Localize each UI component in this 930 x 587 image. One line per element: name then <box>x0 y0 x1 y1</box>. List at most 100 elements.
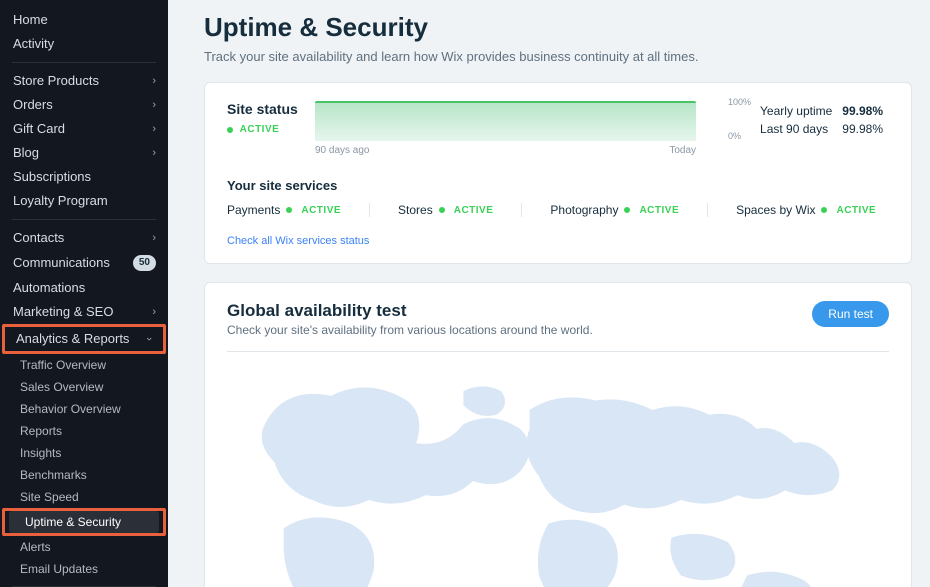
service-spaces-by-wix: Spaces by Wix ACTIVE <box>736 203 876 217</box>
sidebar-item-label: Subscriptions <box>13 170 91 184</box>
sidebar-item-label: Marketing & SEO <box>13 305 113 319</box>
sidebar-item-analytics-reports[interactable]: Analytics & Reports › <box>5 327 163 351</box>
status-dot-icon <box>439 207 445 213</box>
sidebar-sub-benchmarks[interactable]: Benchmarks <box>0 464 168 486</box>
sidebar-sub-alerts[interactable]: Alerts <box>0 536 168 558</box>
uptime-chart-area <box>315 101 696 141</box>
service-name: Stores <box>398 203 433 217</box>
status-dot-icon <box>624 207 630 213</box>
chevron-right-icon: › <box>152 305 156 319</box>
chevron-right-icon: › <box>152 231 156 245</box>
sidebar-item-activity[interactable]: Activity <box>0 32 168 56</box>
chevron-up-icon: › <box>142 337 156 341</box>
sidebar-item-orders[interactable]: Orders › <box>0 93 168 117</box>
sidebar-divider <box>12 219 156 220</box>
status-dot-icon <box>227 127 233 133</box>
sidebar-sub-traffic-overview[interactable]: Traffic Overview <box>0 354 168 376</box>
sidebar: Home Activity Store Products › Orders › … <box>0 0 168 587</box>
last90-label: Last 90 days <box>756 121 836 137</box>
service-name: Spaces by Wix <box>736 203 815 217</box>
sidebar-sub-insights[interactable]: Insights <box>0 442 168 464</box>
highlight-analytics: Analytics & Reports › <box>2 324 166 354</box>
run-test-button[interactable]: Run test <box>812 301 889 327</box>
sidebar-divider <box>12 62 156 63</box>
sidebar-item-blog[interactable]: Blog › <box>0 141 168 165</box>
sidebar-item-label: Automations <box>13 281 85 295</box>
site-status-card: Site status ACTIVE 100% 0% 90 days ago T… <box>204 82 912 264</box>
sidebar-item-home[interactable]: Home <box>0 8 168 32</box>
sidebar-item-label: Alerts <box>20 540 51 554</box>
service-name: Payments <box>227 203 280 217</box>
sidebar-item-loyalty-program[interactable]: Loyalty Program <box>0 189 168 213</box>
sidebar-item-label: Email Updates <box>20 562 98 576</box>
chart-y-max: 100% <box>728 97 751 107</box>
chevron-right-icon: › <box>152 98 156 112</box>
sidebar-sub-behavior-overview[interactable]: Behavior Overview <box>0 398 168 420</box>
site-status-block: Site status ACTIVE <box>227 101 297 136</box>
sidebar-item-communications[interactable]: Communications 50 <box>0 250 168 276</box>
service-state: ACTIVE <box>301 205 341 216</box>
sidebar-item-label: Benchmarks <box>20 468 87 482</box>
service-state: ACTIVE <box>454 205 494 216</box>
sidebar-item-store-products[interactable]: Store Products › <box>0 69 168 93</box>
sidebar-sub-site-speed[interactable]: Site Speed <box>0 486 168 508</box>
sidebar-item-label: Traffic Overview <box>20 358 106 372</box>
world-map-icon <box>227 358 889 587</box>
yearly-uptime-label: Yearly uptime <box>756 103 836 119</box>
sidebar-item-label: Sales Overview <box>20 380 103 394</box>
highlight-uptime-security: Uptime & Security <box>2 508 166 536</box>
check-services-link[interactable]: Check all Wix services status <box>227 235 369 247</box>
sidebar-item-label: Store Products <box>13 74 99 88</box>
chevron-right-icon: › <box>152 146 156 160</box>
service-payments: Payments ACTIVE <box>227 203 370 217</box>
sidebar-item-label: Behavior Overview <box>20 402 121 416</box>
sidebar-item-label: Blog <box>13 146 39 160</box>
services-row: Payments ACTIVE Stores ACTIVE Photograph… <box>227 203 889 217</box>
sidebar-item-label: Communications <box>13 256 110 270</box>
availability-title: Global availability test <box>227 301 593 321</box>
sidebar-sub-sales-overview[interactable]: Sales Overview <box>0 376 168 398</box>
sidebar-item-automations[interactable]: Automations <box>0 276 168 300</box>
status-dot-icon <box>821 207 827 213</box>
yearly-uptime-value: 99.98% <box>838 103 887 119</box>
count-badge: 50 <box>133 255 156 271</box>
sidebar-item-label: Loyalty Program <box>13 194 108 208</box>
chart-x-start: 90 days ago <box>315 145 370 156</box>
sidebar-item-label: Reports <box>20 424 62 438</box>
sidebar-item-subscriptions[interactable]: Subscriptions <box>0 165 168 189</box>
sidebar-item-label: Home <box>13 13 48 27</box>
world-map-container <box>227 351 889 587</box>
chart-x-end: Today <box>669 145 696 156</box>
sidebar-sub-email-updates[interactable]: Email Updates <box>0 558 168 580</box>
status-dot-icon <box>286 207 292 213</box>
sidebar-sub-reports[interactable]: Reports <box>0 420 168 442</box>
sidebar-sub-uptime-security[interactable]: Uptime & Security <box>9 511 159 533</box>
sidebar-item-label: Uptime & Security <box>25 515 121 529</box>
chevron-right-icon: › <box>152 74 156 88</box>
page-subtitle: Track your site availability and learn h… <box>204 49 912 64</box>
site-status-label: Site status <box>227 101 297 117</box>
main-content: Uptime & Security Track your site availa… <box>168 0 930 587</box>
service-stores: Stores ACTIVE <box>398 203 522 217</box>
sidebar-item-label: Gift Card <box>13 122 65 136</box>
sidebar-item-label: Insights <box>20 446 61 460</box>
uptime-chart: 100% 0% 90 days ago Today <box>315 101 696 156</box>
service-state: ACTIVE <box>836 205 876 216</box>
services-header: Your site services <box>227 178 889 193</box>
service-state: ACTIVE <box>639 205 679 216</box>
sidebar-item-contacts[interactable]: Contacts › <box>0 226 168 250</box>
uptime-summary: Yearly uptime 99.98% Last 90 days 99.98% <box>754 101 889 139</box>
chevron-right-icon: › <box>152 122 156 136</box>
sidebar-item-label: Analytics & Reports <box>16 332 129 346</box>
site-status-state: ACTIVE <box>240 124 280 135</box>
sidebar-item-gift-card[interactable]: Gift Card › <box>0 117 168 141</box>
sidebar-item-label: Activity <box>13 37 54 51</box>
sidebar-item-label: Orders <box>13 98 53 112</box>
sidebar-item-label: Site Speed <box>20 490 79 504</box>
last90-value: 99.98% <box>838 121 887 137</box>
chart-y-min: 0% <box>728 131 741 141</box>
availability-subtitle: Check your site's availability from vari… <box>227 323 593 337</box>
service-name: Photography <box>550 203 618 217</box>
global-availability-card: Global availability test Check your site… <box>204 282 912 587</box>
sidebar-item-marketing-seo[interactable]: Marketing & SEO › <box>0 300 168 324</box>
